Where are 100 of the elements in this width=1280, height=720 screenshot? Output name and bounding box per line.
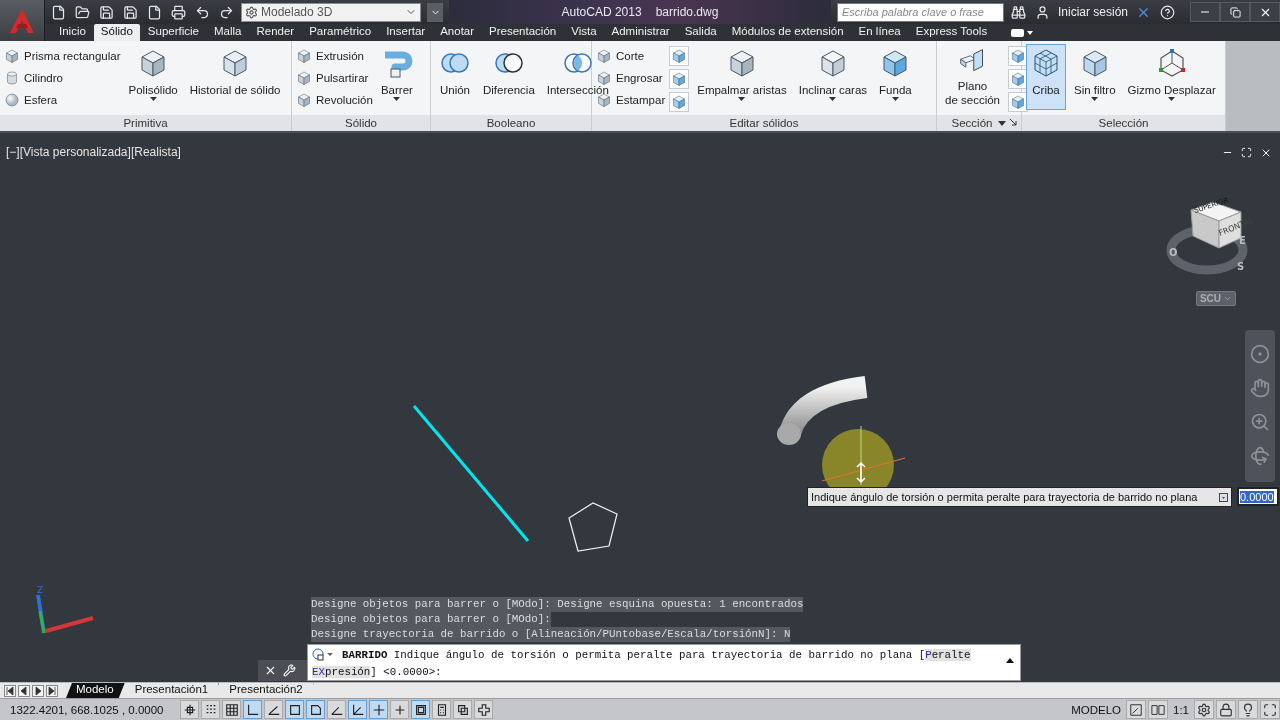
restore-button[interactable] <box>1220 2 1250 22</box>
status-toggle[interactable] <box>264 700 283 719</box>
ribbon-button[interactable]: Historial de sólido <box>185 44 285 110</box>
status-toggle[interactable] <box>222 700 241 719</box>
viewport-control[interactable]: [Realista] <box>130 145 181 159</box>
previous-icon[interactable] <box>4 684 16 697</box>
status-toggle[interactable] <box>453 700 472 719</box>
ribbon-tab[interactable]: Malla <box>206 24 249 41</box>
ribbon-tab[interactable]: Express Tools <box>908 24 995 41</box>
ribbon-button[interactable]: Empalmar aristas <box>693 44 791 110</box>
close-icon[interactable] <box>264 664 277 677</box>
gear-icon[interactable] <box>1194 700 1214 719</box>
ribbon-tab[interactable]: Insertar <box>379 24 433 41</box>
layout-icon[interactable] <box>1148 700 1168 719</box>
redo-icon[interactable] <box>218 4 234 20</box>
tool-button[interactable] <box>669 92 690 112</box>
fullscreen-icon[interactable] <box>1260 700 1280 719</box>
status-toggle[interactable] <box>432 700 451 719</box>
tool-button[interactable] <box>669 69 690 89</box>
layout-tab[interactable]: Modelo <box>66 683 125 698</box>
next-icon[interactable] <box>46 684 58 697</box>
viewport-control[interactable]: [−] <box>6 145 20 159</box>
wheel-icon[interactable] <box>1250 344 1270 364</box>
ribbon-tab[interactable]: Render <box>249 24 302 41</box>
ribbon-tab[interactable]: En línea <box>851 24 908 41</box>
maximize-icon[interactable] <box>1241 147 1252 158</box>
ribbon-tool[interactable]: Prisma rectangular <box>4 47 121 65</box>
binoculars-icon[interactable] <box>1011 4 1027 20</box>
recent-commands-icon[interactable] <box>312 648 334 662</box>
previous-icon[interactable] <box>18 684 30 697</box>
command-handle[interactable] <box>258 660 307 681</box>
ribbon-button[interactable]: Inclinar caras <box>794 44 872 110</box>
ribbon-tab[interactable]: Presentación <box>482 24 564 41</box>
open-folder-icon[interactable] <box>74 4 90 20</box>
sign-in-link[interactable]: Iniciar sesión <box>1057 5 1128 19</box>
close-button[interactable] <box>1250 2 1280 22</box>
ribbon-button[interactable]: Polisólido <box>124 44 182 110</box>
ribbon-tab[interactable]: Anotar <box>433 24 482 41</box>
ribbon-button[interactable]: Unión <box>435 44 475 110</box>
status-toggle[interactable] <box>474 700 493 719</box>
ribbon-tool[interactable]: Pulsartirar <box>296 69 373 87</box>
ribbon-button[interactable]: Plano de sección <box>941 44 1004 110</box>
options-icon[interactable] <box>1219 492 1228 502</box>
wrench-icon[interactable] <box>283 664 296 677</box>
tool-button[interactable] <box>1008 92 1028 112</box>
tool-button[interactable] <box>1008 46 1028 66</box>
ribbon-button[interactable]: Diferencia <box>479 44 539 110</box>
zoom-icon[interactable] <box>1250 412 1270 432</box>
status-toggle[interactable] <box>201 700 220 719</box>
new-file-icon[interactable] <box>50 4 66 20</box>
ribbon-tab[interactable]: Superficie <box>140 24 206 41</box>
launcher-icon[interactable] <box>1010 119 1017 126</box>
customize-button[interactable] <box>427 2 443 22</box>
ribbon-tab[interactable]: Salida <box>677 24 724 41</box>
ribbon-button[interactable]: Funda <box>875 44 916 110</box>
annotation-scale[interactable]: 1:1 <box>1170 703 1192 716</box>
lock-icon[interactable] <box>1216 700 1236 719</box>
status-toggle[interactable] <box>243 700 262 719</box>
status-toggle[interactable] <box>306 700 325 719</box>
status-toggle[interactable] <box>180 700 199 719</box>
help-icon[interactable] <box>1159 4 1175 20</box>
workspace-dropdown[interactable]: Modelado 3D <box>241 2 421 22</box>
scroll-up-icon[interactable] <box>1006 658 1014 663</box>
status-toggle[interactable] <box>327 700 346 719</box>
ribbon-button[interactable]: Barrer <box>376 44 417 110</box>
viewport-control[interactable]: [Vista personalizada] <box>19 145 131 159</box>
ribbon-tool[interactable]: Revolución <box>296 91 373 109</box>
ribbon-tab[interactable]: Inicio <box>52 24 93 41</box>
ribbon-tab[interactable]: Módulos de extensión <box>724 24 851 41</box>
close-icon[interactable] <box>1260 147 1272 159</box>
tool-button[interactable] <box>669 46 690 66</box>
ribbon-tab[interactable]: Vista <box>564 24 604 41</box>
ribbon-button[interactable]: Gizmo Desplazar <box>1123 44 1220 110</box>
model-space-button[interactable]: MODELO <box>1068 703 1124 716</box>
caret-icon[interactable] <box>998 120 1007 126</box>
orbit-icon[interactable] <box>1250 446 1270 466</box>
status-toggle[interactable] <box>348 700 367 719</box>
value-field[interactable]: 0.0000 <box>1237 487 1279 506</box>
ribbon-tab[interactable]: Administrar <box>604 24 677 41</box>
ribbon-tool[interactable]: Esfera <box>4 91 121 109</box>
application-button[interactable] <box>0 0 45 41</box>
status-toggle[interactable] <box>411 700 430 719</box>
panel-title[interactable]: Sección <box>951 117 993 129</box>
model-icon[interactable] <box>1126 700 1146 719</box>
pan-icon[interactable] <box>1250 378 1270 398</box>
ribbon-tool[interactable]: Cilindro <box>4 69 121 87</box>
tool-button[interactable] <box>1008 69 1028 89</box>
ribbon-tool[interactable]: Extrusión <box>296 47 373 65</box>
status-toggle[interactable] <box>285 700 304 719</box>
save-as-icon[interactable] <box>122 4 138 20</box>
save-icon[interactable] <box>98 4 114 20</box>
ribbon-button[interactable]: Criba <box>1026 44 1066 110</box>
status-toggle[interactable] <box>390 700 409 719</box>
search-field[interactable]: Escriba palabra clave o frase <box>836 2 1004 22</box>
ribbon-tab[interactable]: Paramétrico <box>302 24 379 41</box>
next-icon[interactable] <box>32 684 44 697</box>
ribbon-toggle-icon[interactable] <box>1011 27 1034 38</box>
status-toggle[interactable] <box>369 700 388 719</box>
minimize-button[interactable] <box>1190 2 1220 22</box>
lightbulb-icon[interactable] <box>1238 700 1258 719</box>
